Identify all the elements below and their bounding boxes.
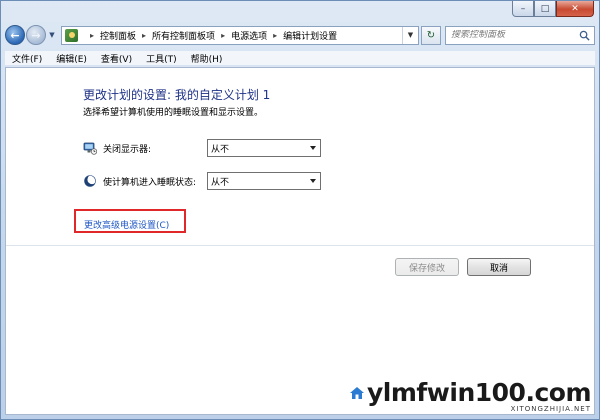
control-panel-window: – □ ✕ ← → ▼ ▸ 控制面板 ▸ 所有控制面板项 ▸ 电源选项 ▸ 编辑… bbox=[0, 0, 600, 420]
page-title: 更改计划的设置: 我的自定义计划 1 bbox=[83, 88, 271, 102]
menu-help[interactable]: 帮助(H) bbox=[184, 52, 230, 65]
house-logo-icon bbox=[350, 387, 365, 399]
divider bbox=[6, 245, 594, 246]
close-button[interactable]: ✕ bbox=[556, 1, 594, 17]
search-icon[interactable] bbox=[579, 30, 590, 41]
sleep-label: 使计算机进入睡眠状态: bbox=[103, 177, 197, 188]
chevron-down-icon bbox=[310, 146, 316, 150]
maximize-button[interactable]: □ bbox=[534, 1, 556, 17]
moon-sleep-icon bbox=[84, 174, 97, 187]
page-subtitle: 选择希望计算机使用的睡眠设置和显示设置。 bbox=[83, 108, 264, 118]
content-panel: 更改计划的设置: 我的自定义计划 1 选择希望计算机使用的睡眠设置和显示设置。 … bbox=[5, 67, 595, 415]
address-bar[interactable]: ▸ 控制面板 ▸ 所有控制面板项 ▸ 电源选项 ▸ 编辑计划设置 ▼ bbox=[61, 25, 419, 45]
menu-bar: 文件(F) 编辑(E) 查看(V) 工具(T) 帮助(H) bbox=[5, 51, 595, 65]
watermark-domain: ylmfwin100.com bbox=[367, 378, 591, 407]
back-button[interactable]: ← bbox=[5, 25, 25, 45]
chevron-down-icon: ▼ bbox=[407, 31, 414, 39]
breadcrumb-all-items[interactable]: 所有控制面板项 bbox=[152, 29, 215, 42]
search-input[interactable] bbox=[451, 30, 571, 40]
back-arrow-icon: ← bbox=[10, 28, 20, 42]
menu-view[interactable]: 查看(V) bbox=[94, 52, 139, 65]
breadcrumb-control-panel[interactable]: 控制面板 bbox=[100, 29, 136, 42]
breadcrumb-edit-plan[interactable]: 编辑计划设置 bbox=[283, 29, 337, 42]
chevron-down-icon: ▼ bbox=[49, 31, 55, 39]
setting-row-display: 关闭显示器: 从不 bbox=[83, 139, 321, 157]
address-history-dropdown[interactable]: ▼ bbox=[402, 26, 418, 44]
minimize-button[interactable]: – bbox=[512, 1, 534, 17]
setting-row-sleep: 使计算机进入睡眠状态: 从不 bbox=[83, 172, 321, 190]
recent-pages-dropdown[interactable]: ▼ bbox=[47, 31, 57, 39]
save-changes-button[interactable]: 保存修改 bbox=[395, 258, 459, 276]
breadcrumb-separator-icon: ▸ bbox=[90, 30, 95, 40]
menu-file[interactable]: 文件(F) bbox=[5, 52, 49, 65]
breadcrumb-separator-icon: ▸ bbox=[142, 30, 147, 40]
display-off-select[interactable]: 从不 bbox=[207, 139, 321, 157]
cancel-button[interactable]: 取消 bbox=[467, 258, 531, 276]
monitor-icon bbox=[83, 142, 97, 155]
breadcrumb-power-options[interactable]: 电源选项 bbox=[231, 29, 267, 42]
refresh-button[interactable]: ↻ bbox=[421, 25, 441, 45]
breadcrumb-separator-icon: ▸ bbox=[273, 30, 278, 40]
navigation-bar: ← → ▼ ▸ 控制面板 ▸ 所有控制面板项 ▸ 电源选项 ▸ 编辑计划设置 ▼… bbox=[5, 23, 595, 47]
advanced-power-settings-link[interactable]: 更改高级电源设置(C) bbox=[84, 218, 169, 231]
caption-buttons: – □ ✕ bbox=[512, 1, 594, 17]
forward-button[interactable]: → bbox=[26, 25, 46, 45]
search-box[interactable] bbox=[445, 25, 595, 45]
sleep-value: 从不 bbox=[211, 177, 230, 188]
display-off-value: 从不 bbox=[211, 144, 230, 155]
menu-edit[interactable]: 编辑(E) bbox=[49, 52, 94, 65]
menu-tools[interactable]: 工具(T) bbox=[139, 52, 184, 65]
site-watermark: ylmfwin100.com XITONGZHIJIA.NET bbox=[350, 378, 591, 413]
sleep-select[interactable]: 从不 bbox=[207, 172, 321, 190]
control-panel-icon bbox=[65, 28, 78, 42]
forward-arrow-icon: → bbox=[31, 28, 41, 42]
refresh-icon: ↻ bbox=[426, 29, 436, 41]
breadcrumb-separator-icon: ▸ bbox=[221, 30, 226, 40]
chevron-down-icon bbox=[310, 179, 316, 183]
display-off-label: 关闭显示器: bbox=[103, 144, 152, 155]
